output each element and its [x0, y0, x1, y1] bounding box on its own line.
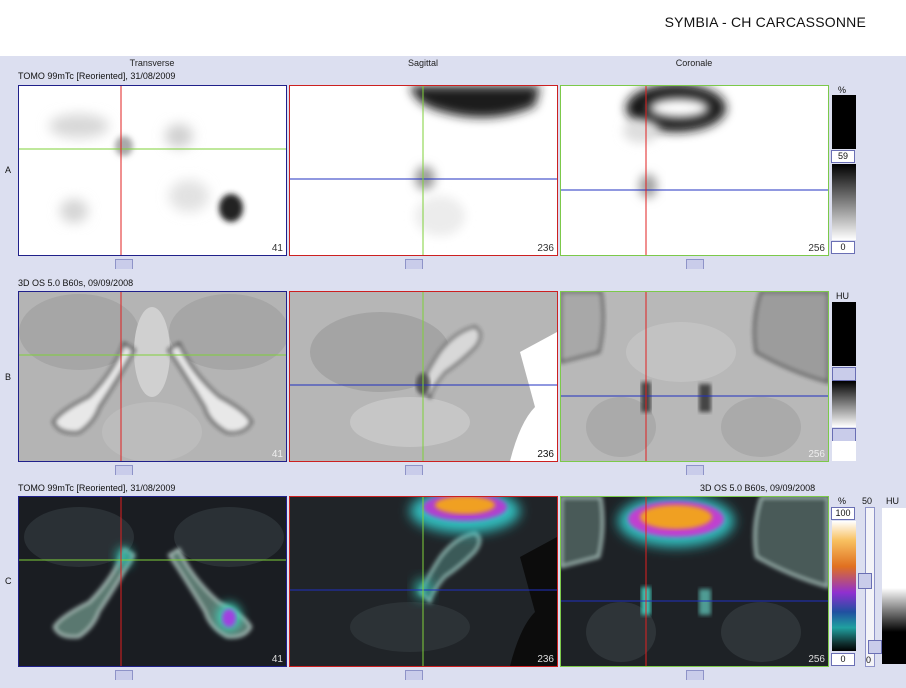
slice-scroll-thumb[interactable]: [405, 465, 423, 475]
viewport-a-transverse[interactable]: 41: [18, 85, 287, 256]
scale-b-unit: HU: [836, 291, 849, 301]
viewport-b-sagittal[interactable]: 236: [289, 291, 558, 462]
blend-slider-thumb[interactable]: [858, 573, 872, 589]
scale-c-ct-unit: HU: [886, 496, 899, 506]
viewport-b-transverse[interactable]: 41: [18, 291, 287, 462]
ct-transverse-image: [19, 292, 286, 461]
viewport-a-sagittal[interactable]: 236: [289, 85, 558, 256]
slice-number: 256: [808, 449, 825, 460]
column-header-coronal: Coronale: [675, 58, 713, 68]
slice-scroll-thumb[interactable]: [405, 259, 423, 269]
scale-a-max-value[interactable]: 59: [831, 150, 855, 163]
row-c-series-info: TOMO 99mTc [Reoriented], 31/08/2009: [18, 483, 176, 493]
slice-number: 236: [537, 449, 554, 460]
colorbar-b-gradient: [832, 381, 856, 427]
viewport-a-coronal[interactable]: 256: [560, 85, 829, 256]
row-c-letter: C: [5, 576, 12, 586]
viewport-c-sagittal[interactable]: 236: [289, 496, 558, 667]
slice-scroll-thumb[interactable]: [686, 465, 704, 475]
scale-c-max-value[interactable]: 100: [831, 507, 855, 520]
slice-scroll-thumb[interactable]: [115, 259, 133, 269]
blend-min-label: 0: [866, 655, 872, 665]
row-c-ct-series-info: 3D OS 5.0 B60s, 09/09/2008: [700, 483, 816, 493]
slice-number: 41: [271, 243, 283, 254]
spect-transverse-image: [19, 86, 286, 255]
row-b-series-info: 3D OS 5.0 B60s, 09/09/2008: [18, 278, 134, 288]
slice-number: 41: [271, 449, 283, 460]
scale-c-unit: %: [838, 496, 847, 506]
institution-title: SYMBIA - CH CARCASSONNE: [664, 14, 866, 30]
viewport-c-transverse[interactable]: 41: [18, 496, 287, 667]
column-header-transverse: Transverse: [129, 58, 175, 68]
slice-scroll-thumb[interactable]: [115, 670, 133, 680]
colorbar-a-gradient: [832, 164, 856, 240]
colorbar-c-ct-top: [882, 508, 906, 588]
app-header: SYMBIA - CH CARCASSONNE: [0, 0, 906, 56]
ct-sagittal-image: [290, 292, 557, 461]
window-level-handle[interactable]: [832, 367, 856, 381]
row-b-letter: B: [5, 372, 12, 382]
ct-window-handle[interactable]: [868, 640, 882, 654]
fusion-coronal-image: [561, 497, 828, 666]
column-header-sagittal: Sagittal: [407, 58, 439, 68]
row-a-letter: A: [5, 165, 12, 175]
slice-number: 256: [808, 243, 825, 254]
ct-coronal-image: [561, 292, 828, 461]
slice-number: 236: [537, 243, 554, 254]
slice-number: 256: [808, 654, 825, 665]
viewport-c-coronal[interactable]: 256: [560, 496, 829, 667]
slice-scroll-thumb[interactable]: [115, 465, 133, 475]
colorbar-c-spect: [832, 521, 856, 651]
slice-scroll-thumb[interactable]: [686, 670, 704, 680]
colorbar-c-ct-gradient: [882, 588, 906, 632]
viewport-b-coronal[interactable]: 256: [560, 291, 829, 462]
colorbar-a-top: [832, 95, 856, 149]
scale-a-unit: %: [838, 85, 847, 95]
fusion-transverse-image: [19, 497, 286, 666]
fusion-sagittal-image: [290, 497, 557, 666]
row-a-series-info: TOMO 99mTc [Reoriented], 31/08/2009: [18, 71, 176, 81]
colorbar-b-bottom: [832, 441, 856, 461]
slice-number: 41: [271, 654, 283, 665]
scale-c-min-value[interactable]: 0: [831, 653, 855, 666]
slice-number: 236: [537, 654, 554, 665]
slice-scroll-thumb[interactable]: [686, 259, 704, 269]
blend-ratio-label: 50: [862, 496, 873, 506]
scale-a-min-value[interactable]: 0: [831, 241, 855, 254]
colorbar-b-top: [832, 302, 856, 366]
spect-sagittal-image: [290, 86, 557, 255]
window-width-handle[interactable]: [832, 428, 856, 442]
colorbar-c-ct-bottom: [882, 632, 906, 664]
slice-scroll-thumb[interactable]: [405, 670, 423, 680]
spect-coronal-image: [561, 86, 828, 255]
